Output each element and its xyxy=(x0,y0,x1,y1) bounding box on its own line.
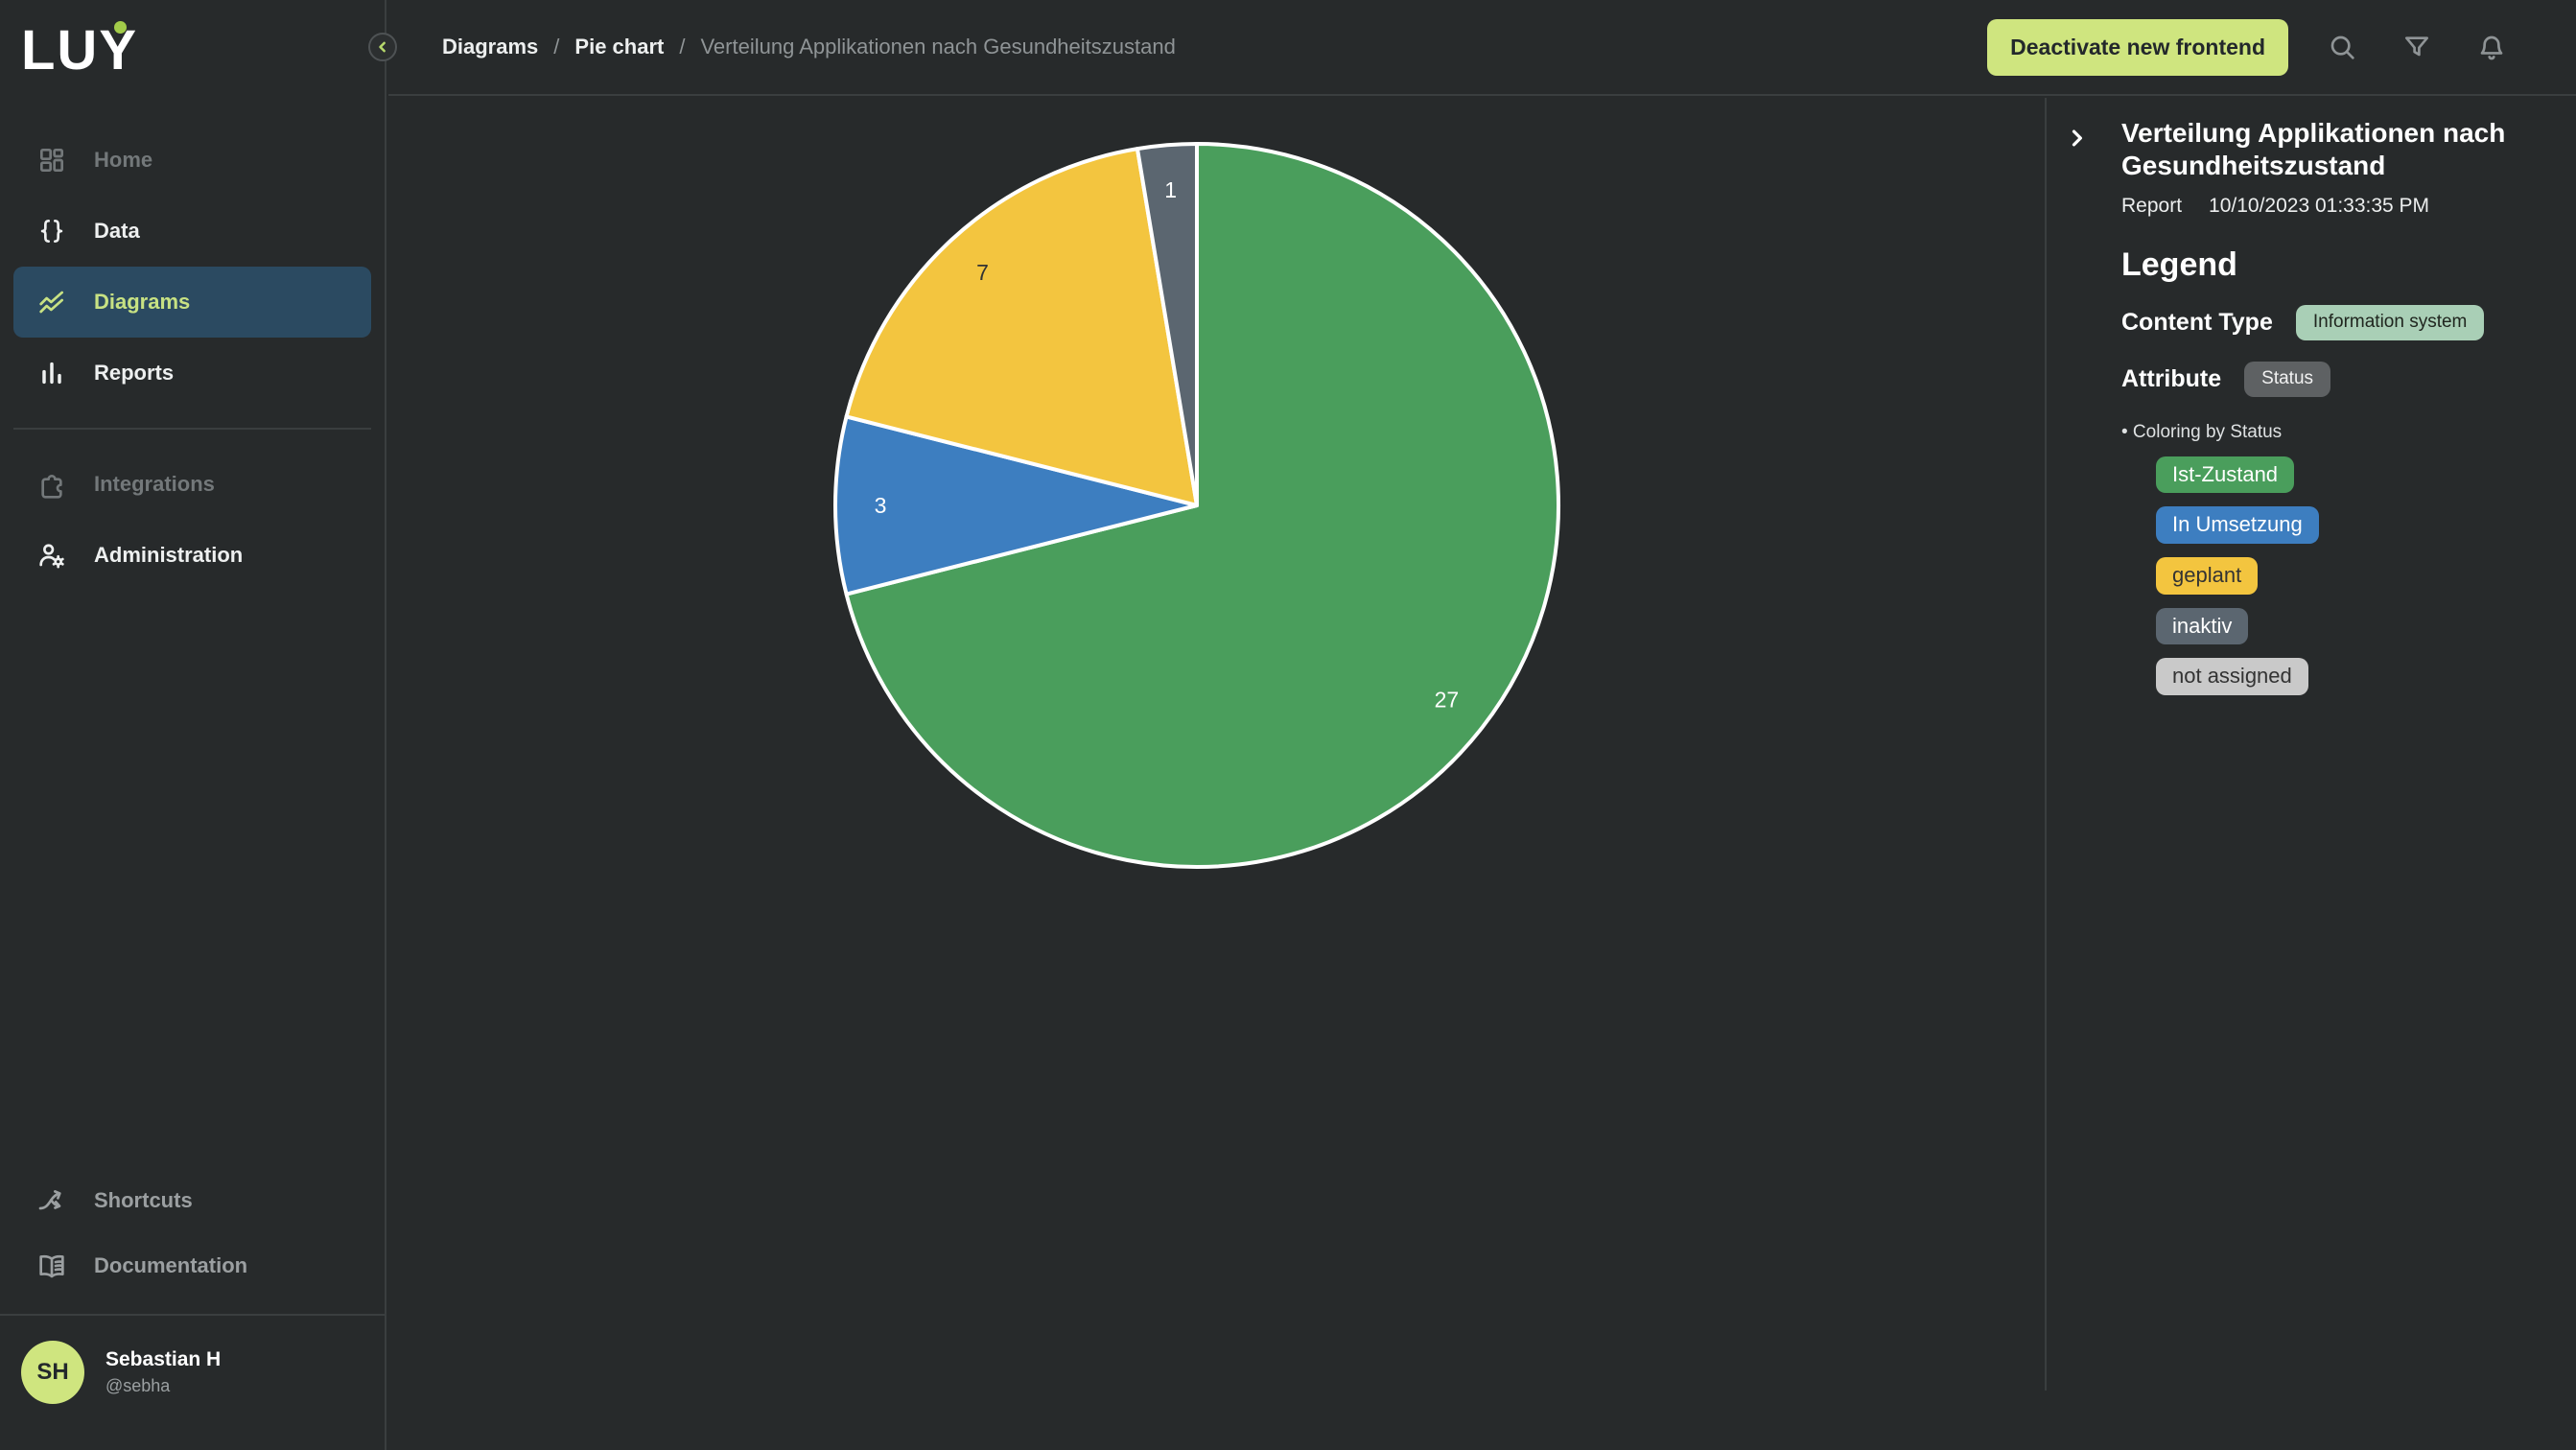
sidebar: LUY Home Data xyxy=(0,0,386,1450)
report-title: Verteilung Applikationen nach Gesundheit… xyxy=(2121,117,2547,181)
sidebar-collapse-button[interactable] xyxy=(368,33,397,61)
chevron-right-icon xyxy=(2062,124,2096,152)
status-badge-geplant: geplant xyxy=(2156,557,2258,595)
sidebar-item-label: Home xyxy=(94,148,152,173)
bell-icon[interactable] xyxy=(2476,32,2507,62)
content-type-badge: Information system xyxy=(2296,305,2485,340)
report-meta: Report 10/10/2023 01:33:35 PM xyxy=(2121,195,2547,218)
chart-canvas: 27 3 7 1 xyxy=(388,98,2047,1391)
avatar-initials: SH xyxy=(36,1359,68,1386)
braces-icon xyxy=(36,216,67,246)
search-icon[interactable] xyxy=(2327,32,2357,62)
user-handle: @sebha xyxy=(105,1376,221,1396)
sidebar-item-label: Diagrams xyxy=(94,290,190,315)
sidebar-item-documentation[interactable]: Documentation xyxy=(13,1233,371,1298)
puzzle-icon xyxy=(36,469,67,500)
sidebar-item-label: Documentation xyxy=(94,1253,247,1278)
deactivate-new-frontend-button[interactable]: Deactivate new frontend xyxy=(1987,19,2288,76)
sidebar-item-administration[interactable]: Administration xyxy=(13,520,371,591)
sidebar-item-label: Administration xyxy=(94,543,243,568)
status-badge-not-assigned: not assigned xyxy=(2156,658,2308,695)
sidebar-item-data[interactable]: Data xyxy=(13,196,371,267)
bar-chart-icon xyxy=(36,358,67,388)
sidebar-item-reports[interactable]: Reports xyxy=(13,338,371,409)
coloring-by-status-label: • Coloring by Status xyxy=(2121,422,2547,443)
report-timestamp: 10/10/2023 01:33:35 PM xyxy=(2209,195,2429,218)
breadcrumb-current: Verteilung Applikationen nach Gesundheit… xyxy=(700,35,1175,59)
sidebar-divider xyxy=(13,428,371,430)
sidebar-item-label: Reports xyxy=(94,361,174,386)
topbar-actions: Deactivate new frontend xyxy=(1987,19,2576,76)
dashboard-icon xyxy=(36,145,67,175)
filter-icon[interactable] xyxy=(2401,32,2432,62)
breadcrumb-pie-chart[interactable]: Pie chart xyxy=(574,35,664,59)
status-badge-in-umsetzung: In Umsetzung xyxy=(2156,506,2319,544)
split-arrow-icon xyxy=(36,1185,67,1216)
attribute-row: Attribute Status xyxy=(2121,362,2547,397)
breadcrumb-separator: / xyxy=(553,35,559,59)
breadcrumb-diagrams[interactable]: Diagrams xyxy=(442,35,538,59)
attribute-label: Attribute xyxy=(2121,365,2221,393)
panel-collapse-button[interactable] xyxy=(2062,121,2096,155)
avatar: SH xyxy=(21,1341,84,1404)
legend-panel: Verteilung Applikationen nach Gesundheit… xyxy=(2049,98,2576,1450)
sidebar-nav: Home Data Diagrams xyxy=(0,125,385,591)
user-profile[interactable]: SH Sebastian H @sebha xyxy=(0,1316,385,1450)
user-name: Sebastian H xyxy=(105,1348,221,1371)
breadcrumb: Diagrams / Pie chart / Verteilung Applik… xyxy=(442,35,1176,59)
report-type-label: Report xyxy=(2121,195,2182,218)
sidebar-item-home[interactable]: Home xyxy=(13,125,371,196)
user-info: Sebastian H @sebha xyxy=(105,1348,221,1396)
sidebar-item-diagrams[interactable]: Diagrams xyxy=(13,267,371,338)
legend-heading: Legend xyxy=(2121,246,2547,284)
sidebar-item-label: Data xyxy=(94,219,140,244)
status-badge-inaktiv: inaktiv xyxy=(2156,608,2248,645)
status-badge-ist-zustand: Ist-Zustand xyxy=(2156,456,2294,494)
breadcrumb-separator: / xyxy=(679,35,685,59)
logo-dot-icon xyxy=(114,21,127,34)
sidebar-footer: Shortcuts Documentation SH Sebastian H @… xyxy=(0,1168,385,1450)
sidebar-item-shortcuts[interactable]: Shortcuts xyxy=(13,1168,371,1233)
sidebar-item-integrations[interactable]: Integrations xyxy=(13,449,371,520)
pie-slice-value-label: 3 xyxy=(875,493,887,518)
chevron-left-icon xyxy=(373,37,392,57)
status-badge-list: Ist-Zustand In Umsetzung geplant inaktiv… xyxy=(2156,456,2547,695)
pie-slice-value-label: 27 xyxy=(1435,688,1460,713)
line-chart-icon xyxy=(36,287,67,317)
user-gear-icon xyxy=(36,540,67,571)
pie-chart: 27 3 7 1 xyxy=(813,122,1581,889)
content-type-row: Content Type Information system xyxy=(2121,305,2547,340)
pie-slice-value-label: 7 xyxy=(976,260,989,285)
content-type-label: Content Type xyxy=(2121,309,2273,337)
sidebar-item-label: Integrations xyxy=(94,472,215,497)
sidebar-item-label: Shortcuts xyxy=(94,1188,193,1213)
attribute-badge: Status xyxy=(2244,362,2330,397)
pie-slice-value-label: 1 xyxy=(1164,177,1177,202)
book-icon xyxy=(36,1251,67,1281)
app-logo[interactable]: LUY xyxy=(0,0,385,125)
topbar: Diagrams / Pie chart / Verteilung Applik… xyxy=(388,0,2576,96)
